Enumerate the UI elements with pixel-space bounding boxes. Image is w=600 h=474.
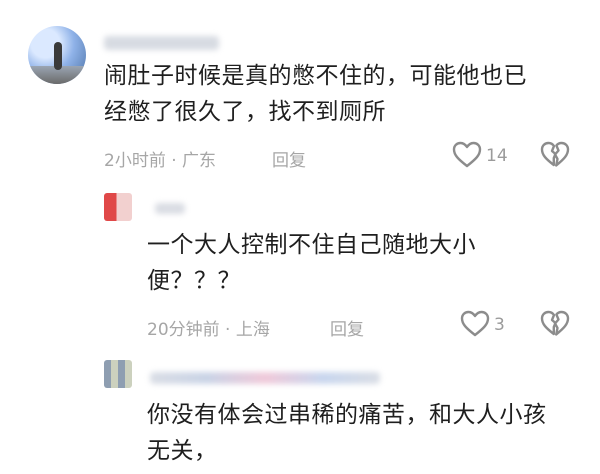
heart-icon[interactable] <box>460 310 490 338</box>
comment-line: 经憋了很久了，找不到厕所 <box>104 99 386 125</box>
reply-button[interactable]: 回复 <box>330 315 364 340</box>
comment-meta: 20分钟前 · 上海 <box>147 320 270 340</box>
comment-line: 你没有体会过串稀的痛苦，和大人小孩 <box>147 402 547 428</box>
reply-button[interactable]: 回复 <box>272 146 306 171</box>
comment-text: 你没有体会过串稀的痛苦，和大人小孩 无关， <box>147 397 592 469</box>
comment-line: 闹肚子时候是真的憋不住的，可能他也已 <box>104 63 527 89</box>
avatar-figure <box>54 42 62 70</box>
avatar[interactable] <box>104 360 132 388</box>
heart-icon[interactable] <box>452 141 482 169</box>
comment-meta: 2小时前 · 广东 <box>104 151 217 171</box>
comment-line: 一个大人控制不住自己随地大小 <box>147 232 476 258</box>
username-blurred[interactable] <box>150 372 380 384</box>
comment-text: 一个大人控制不住自己随地大小 便？？？ <box>147 227 587 299</box>
username-blurred[interactable] <box>155 203 185 214</box>
like-count: 3 <box>494 315 505 335</box>
comment-line: 便？？？ <box>147 268 241 294</box>
like-count: 14 <box>486 146 508 166</box>
avatar[interactable] <box>104 193 132 221</box>
comment-text: 闹肚子时候是真的憋不住的，可能他也已 经憋了很久了，找不到厕所 <box>104 58 584 130</box>
avatar[interactable] <box>28 26 86 84</box>
username-blurred[interactable] <box>104 36 219 50</box>
broken-heart-icon[interactable] <box>540 141 570 169</box>
comment-line: 无关， <box>147 438 218 464</box>
broken-heart-icon[interactable] <box>540 310 570 338</box>
